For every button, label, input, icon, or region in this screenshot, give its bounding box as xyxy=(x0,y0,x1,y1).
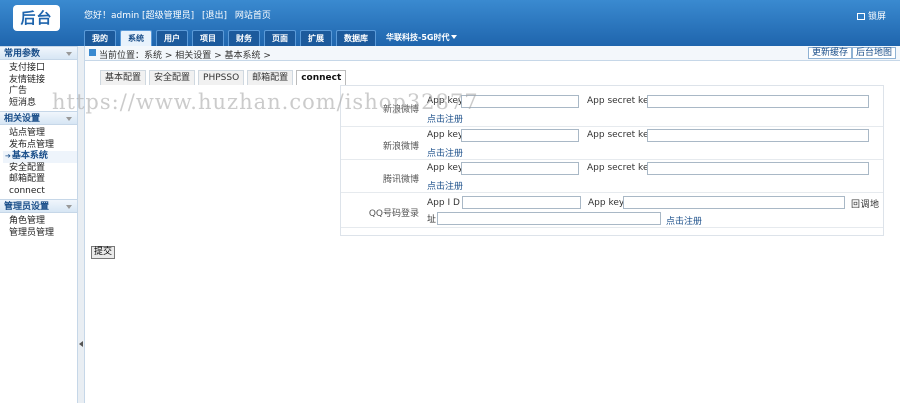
sidebar-collapse-handle[interactable] xyxy=(78,46,85,403)
sidebar-item-publish-points[interactable]: 发布点管理 xyxy=(9,140,77,152)
app-key-label: App key xyxy=(427,163,464,173)
tab-mail[interactable]: 邮箱配置 xyxy=(247,70,294,85)
lock-icon xyxy=(856,13,865,20)
row-label: QQ号码登录 xyxy=(368,209,419,219)
site-select[interactable]: 华联科技-5G时代 xyxy=(380,30,463,46)
app-secret-label: App secret key xyxy=(587,130,654,140)
top-nav: 我的 系统 用户 项目 财务 页面 扩展 数据库 华联科技-5G时代 xyxy=(84,30,463,46)
home-icon xyxy=(89,49,96,56)
nav-tab-project[interactable]: 项目 xyxy=(192,30,224,46)
tencent-app-secret-input[interactable] xyxy=(647,162,869,175)
section-title: 常用参数 xyxy=(4,49,41,59)
nav-tab-page[interactable]: 页面 xyxy=(264,30,296,46)
connect-form: 新浪微博 App key App secret key 点击注册 新浪微博 Ap… xyxy=(340,85,884,236)
nav-tab-finance[interactable]: 财务 xyxy=(228,30,260,46)
section-title: 管理员设置 xyxy=(4,202,50,212)
greeting-bar: 您好！admin [超级管理员] [退出] 网站首页 xyxy=(84,8,276,21)
lock-screen-button[interactable]: 锁屏 xyxy=(856,9,886,22)
register-link[interactable]: 点击注册 xyxy=(427,112,463,125)
tab-security[interactable]: 安全配置 xyxy=(149,70,196,85)
section-title: 相关设置 xyxy=(4,114,41,124)
sidebar-section-settings[interactable]: 相关设置 xyxy=(0,111,77,125)
sidebar-item-basic-system[interactable]: ➔基本系统 xyxy=(3,151,77,163)
chevron-down-icon xyxy=(451,35,458,39)
sidebar-item-mail[interactable]: 邮箱配置 xyxy=(9,174,77,186)
sidebar-item-roles[interactable]: 角色管理 xyxy=(9,216,77,228)
sidebar-item-sites[interactable]: 站点管理 xyxy=(9,128,77,140)
tab-basic[interactable]: 基本配置 xyxy=(100,70,147,85)
tencent-app-key-input[interactable] xyxy=(461,162,579,175)
form-row-sina: 新浪微博 App key App secret key 点击注册 xyxy=(341,127,883,160)
sidebar-item-security[interactable]: 安全配置 xyxy=(9,163,77,175)
sidebar-item-payment[interactable]: 支付接口 xyxy=(9,63,77,75)
form-row-tencent: 腾讯微博 App key App secret key 点击注册 xyxy=(341,160,883,193)
row-label: 腾讯微博 xyxy=(382,175,419,185)
nav-tab-mine[interactable]: 我的 xyxy=(84,30,116,46)
app-secret-label: App secret key xyxy=(587,163,654,173)
sidebar-item-admin-manage[interactable]: 管理员管理 xyxy=(9,228,77,240)
breadcrumb-text: 当前位置：系统 > 相关设置 > 基本系统 > xyxy=(99,51,271,61)
sidebar-section-admins[interactable]: 管理员设置 xyxy=(0,199,77,213)
sina-app-secret-input[interactable] xyxy=(647,129,869,142)
sidebar-item-connect[interactable]: connect xyxy=(9,186,77,198)
register-link[interactable]: 点击注册 xyxy=(427,146,463,159)
site-home-link[interactable]: 网站首页 xyxy=(235,11,271,21)
sidebar-item-messages[interactable]: 短消息 xyxy=(9,98,77,110)
arrow-right-icon: ➔ xyxy=(5,152,11,160)
qq-callback-input[interactable] xyxy=(437,212,661,225)
app-key-label: App key xyxy=(427,96,464,106)
app-key-label: App key xyxy=(427,130,464,140)
form-row-sina-1: 新浪微博 App key App secret key 点击注册 xyxy=(341,86,883,127)
nav-tab-database[interactable]: 数据库 xyxy=(336,30,376,46)
greeting-text: 您好！admin [超级管理员] xyxy=(84,11,195,21)
sidebar-item-ads[interactable]: 广告 xyxy=(9,86,77,98)
site-map-button[interactable]: 后台地图 xyxy=(851,47,896,59)
nav-tab-system[interactable]: 系统 xyxy=(120,30,152,46)
nav-tab-user[interactable]: 用户 xyxy=(156,30,188,46)
tab-phpsso[interactable]: PHPSSO xyxy=(198,70,245,85)
collapse-left-icon xyxy=(79,341,83,347)
chevron-down-icon xyxy=(66,117,72,121)
row-label: 新浪微博 xyxy=(382,142,419,152)
config-tabs: 基本配置 安全配置 PHPSSO 邮箱配置 connect xyxy=(100,70,349,85)
register-link[interactable]: 点击注册 xyxy=(427,179,463,192)
lock-label: 锁屏 xyxy=(867,12,886,22)
site-select-label: 华联科技-5G时代 xyxy=(386,33,450,42)
sina-app-secret-input-1[interactable] xyxy=(647,95,869,108)
sidebar-item-links[interactable]: 友情链接 xyxy=(9,75,77,87)
admin-logo: 后台 xyxy=(13,5,60,31)
logout-link[interactable]: [退出] xyxy=(202,11,227,21)
register-link[interactable]: 点击注册 xyxy=(666,214,702,227)
sina-app-key-input[interactable] xyxy=(461,129,579,142)
submit-button[interactable]: 提交 xyxy=(91,246,116,259)
row-label: 新浪微博 xyxy=(382,105,419,115)
sidebar-section-common[interactable]: 常用参数 xyxy=(0,46,77,60)
breadcrumb: 当前位置：系统 > 相关设置 > 基本系统 > 更新缓存 后台地图 xyxy=(85,46,900,61)
app-secret-label: App secret key xyxy=(587,96,654,106)
top-header: 后台 您好！admin [超级管理员] [退出] 网站首页 锁屏 我的 系统 用… xyxy=(0,0,900,46)
sidebar: 常用参数 支付接口 友情链接 广告 短消息 相关设置 站点管理 发布点管理 ➔基… xyxy=(0,46,78,403)
sina-app-key-input-1[interactable] xyxy=(461,95,579,108)
chevron-down-icon xyxy=(66,52,72,56)
tab-connect[interactable]: connect xyxy=(296,70,347,85)
chevron-down-icon xyxy=(66,205,72,209)
sidebar-item-label: 基本系统 xyxy=(11,151,48,161)
nav-tab-extension[interactable]: 扩展 xyxy=(300,30,332,46)
update-cache-button[interactable]: 更新缓存 xyxy=(807,47,852,59)
form-row-qq-login: QQ号码登录 App I D App key 回调地址 点击注册 xyxy=(341,193,883,228)
